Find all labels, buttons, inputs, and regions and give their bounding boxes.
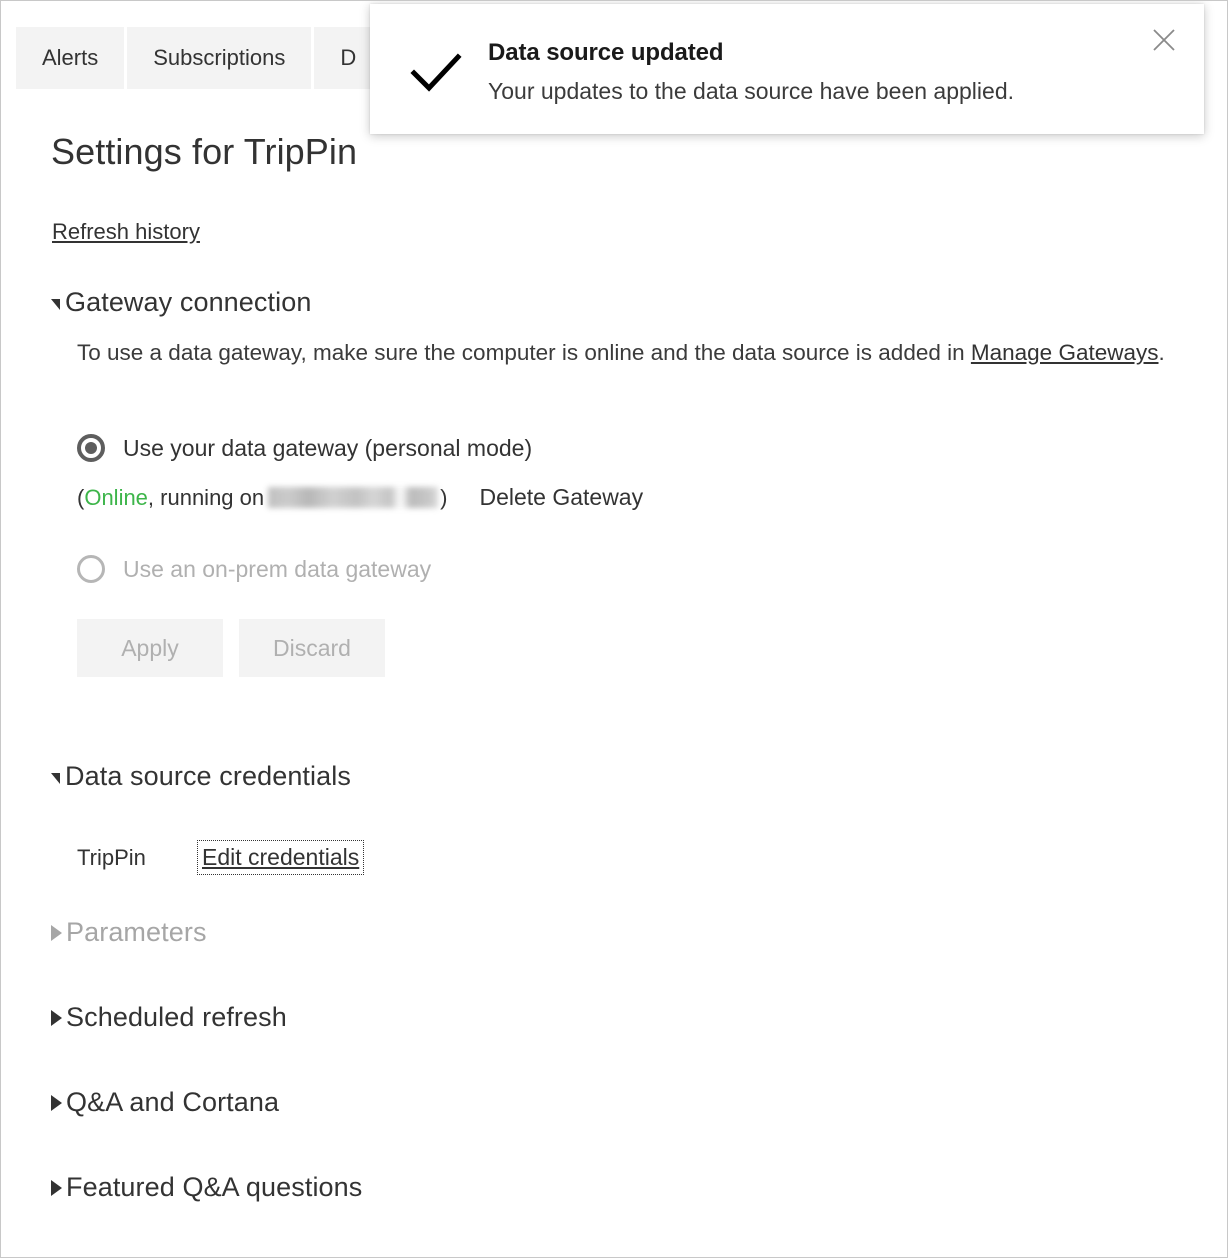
refresh-history-link[interactable]: Refresh history bbox=[52, 219, 200, 245]
edit-credentials-link[interactable]: Edit credentials bbox=[196, 840, 365, 875]
radio-personal-gateway-label: Use your data gateway (personal mode) bbox=[123, 434, 533, 461]
radio-onprem-gateway-label: Use an on-prem data gateway bbox=[123, 555, 432, 582]
gateway-button-row: Apply Discard bbox=[77, 619, 401, 677]
section-featured-qa-label: Featured Q&A questions bbox=[66, 1172, 363, 1202]
status-open-paren: ( bbox=[77, 484, 85, 510]
radio-personal-gateway-indicator bbox=[77, 434, 105, 462]
section-parameters-label: Parameters bbox=[66, 917, 207, 947]
page-title: Settings for TripPin bbox=[51, 131, 358, 172]
status-close-paren: ) bbox=[440, 484, 448, 510]
section-scheduled-refresh[interactable]: Scheduled refresh bbox=[51, 1002, 287, 1033]
checkmark-icon bbox=[406, 42, 466, 102]
section-data-source-credentials-label: Data source credentials bbox=[65, 761, 351, 791]
tab-subscriptions-label: Subscriptions bbox=[153, 45, 286, 70]
section-parameters[interactable]: Parameters bbox=[51, 917, 207, 948]
section-featured-qa[interactable]: Featured Q&A questions bbox=[51, 1172, 362, 1203]
tab-datasets-partial-label: D bbox=[340, 45, 357, 70]
credential-source-name: TripPin bbox=[77, 844, 146, 870]
chevron-expanded-icon bbox=[51, 299, 60, 310]
section-qa-cortana[interactable]: Q&A and Cortana bbox=[51, 1087, 279, 1118]
delete-gateway-link[interactable]: Delete Gateway bbox=[479, 484, 643, 511]
radio-personal-gateway[interactable]: Use your data gateway (personal mode) bbox=[77, 434, 532, 462]
toast-title: Data source updated bbox=[488, 39, 724, 66]
manage-gateways-link[interactable]: Manage Gateways bbox=[971, 340, 1159, 365]
section-gateway-connection[interactable]: Gateway connection bbox=[51, 287, 311, 318]
toast-notification: Data source updated Your updates to the … bbox=[370, 4, 1204, 134]
apply-button[interactable]: Apply bbox=[77, 619, 223, 677]
chevron-collapsed-icon bbox=[51, 1179, 62, 1196]
tab-strip: Alerts Subscriptions D bbox=[2, 27, 385, 89]
close-icon[interactable] bbox=[1142, 18, 1186, 62]
chevron-collapsed-icon bbox=[51, 1094, 62, 1111]
redacted-hostname bbox=[268, 487, 439, 508]
discard-button[interactable]: Discard bbox=[239, 619, 385, 677]
toast-text-block: Data source updated Your updates to the … bbox=[488, 36, 1134, 108]
credential-row: TripPin Edit credentials bbox=[77, 840, 365, 875]
tab-alerts[interactable]: Alerts bbox=[16, 27, 125, 89]
chevron-expanded-icon bbox=[51, 773, 60, 784]
section-scheduled-refresh-label: Scheduled refresh bbox=[66, 1002, 287, 1032]
status-middle-text: , running on bbox=[147, 484, 265, 510]
chevron-collapsed-icon bbox=[51, 1009, 62, 1026]
toast-body: Your updates to the data source have bee… bbox=[488, 78, 1015, 104]
gateway-status-badge: Online bbox=[84, 484, 148, 510]
section-qa-cortana-label: Q&A and Cortana bbox=[66, 1087, 280, 1117]
gateway-status-line: (Online, running on ) Delete Gateway bbox=[77, 484, 643, 511]
radio-onprem-gateway[interactable]: Use an on-prem data gateway bbox=[77, 555, 431, 583]
settings-page: Alerts Subscriptions D Data source updat… bbox=[0, 0, 1228, 1258]
chevron-collapsed-icon bbox=[51, 924, 62, 941]
radio-onprem-gateway-indicator bbox=[77, 555, 105, 583]
gateway-description-text-before: To use a data gateway, make sure the com… bbox=[77, 340, 971, 365]
gateway-description: To use a data gateway, make sure the com… bbox=[77, 336, 1195, 369]
gateway-description-text-after: . bbox=[1158, 340, 1165, 365]
section-gateway-connection-label: Gateway connection bbox=[65, 287, 312, 317]
tab-alerts-label: Alerts bbox=[42, 45, 99, 70]
section-data-source-credentials[interactable]: Data source credentials bbox=[51, 761, 351, 792]
tab-subscriptions[interactable]: Subscriptions bbox=[127, 27, 312, 89]
